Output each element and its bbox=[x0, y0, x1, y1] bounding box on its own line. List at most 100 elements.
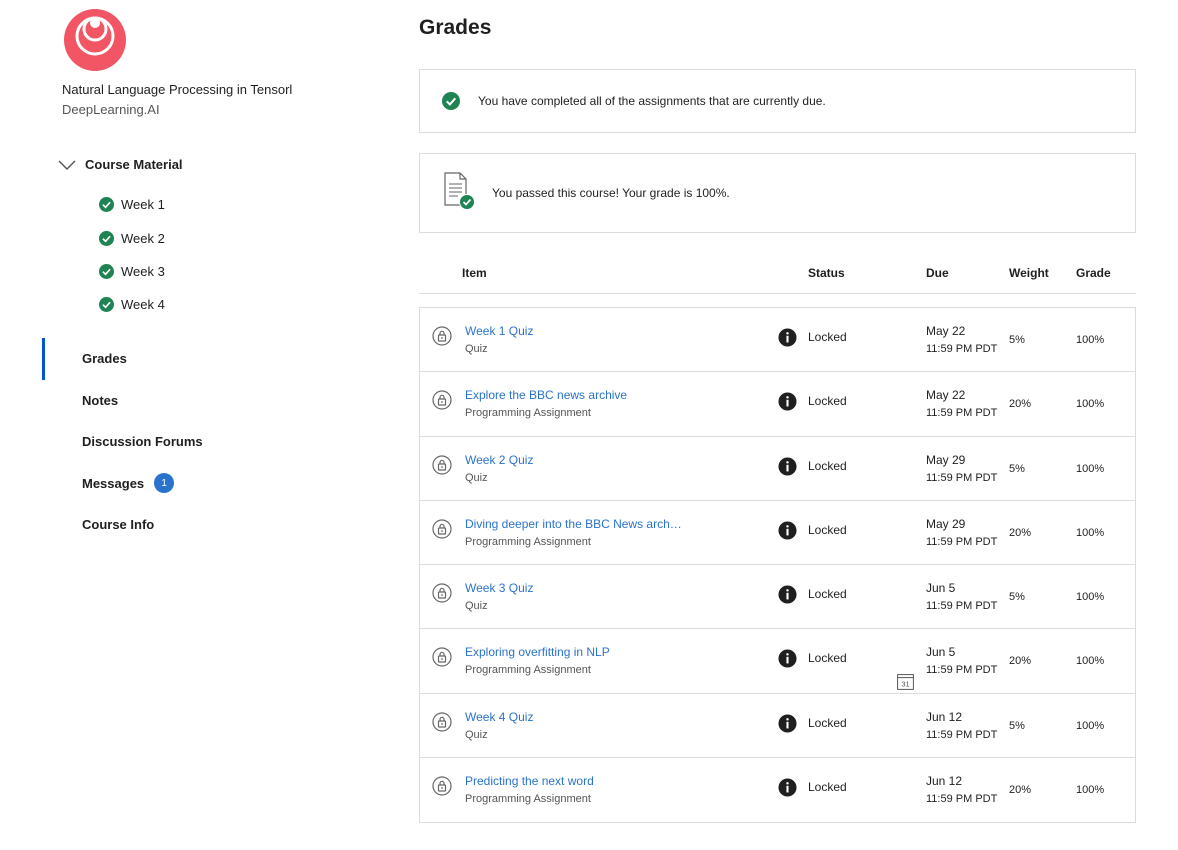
course-logo bbox=[64, 9, 126, 71]
completed-message: You have completed all of the assignment… bbox=[478, 94, 826, 108]
due-time: 11:59 PM PDT bbox=[926, 728, 998, 741]
info-icon[interactable] bbox=[778, 585, 797, 604]
sidebar: Natural Language Processing in Tensorl D… bbox=[0, 0, 380, 850]
item-title-link[interactable]: Explore the BBC news archive bbox=[465, 388, 627, 402]
due-time: 11:59 PM PDT bbox=[926, 343, 998, 355]
item-type: Programming Assignment bbox=[465, 407, 591, 420]
item-title-link[interactable]: Week 1 Quiz bbox=[465, 324, 533, 338]
due-date: May 29 bbox=[926, 452, 966, 467]
course-material-toggle[interactable]: Course Material bbox=[58, 157, 183, 172]
info-icon[interactable] bbox=[778, 457, 797, 476]
messages-label: Messages bbox=[82, 475, 145, 491]
grade-value: 100% bbox=[1076, 591, 1105, 604]
weight-value: 20% bbox=[1009, 784, 1032, 797]
lock-icon bbox=[432, 519, 452, 539]
due-date: Jun 5 bbox=[926, 581, 956, 596]
weight-value: 5% bbox=[1009, 334, 1025, 346]
info-icon[interactable] bbox=[778, 328, 797, 347]
chevron-down-icon bbox=[58, 160, 76, 170]
grade-value: 100% bbox=[1076, 719, 1105, 732]
check-circle-icon bbox=[99, 231, 114, 246]
lock-icon bbox=[432, 454, 452, 475]
item-title-link[interactable]: Week 4 Quiz bbox=[465, 710, 533, 724]
item-type: Quiz bbox=[465, 471, 488, 484]
due-time: 11:59 PM PDT bbox=[926, 535, 998, 548]
column-header-weight: Weight bbox=[1009, 266, 1049, 280]
grade-value: 100% bbox=[1076, 526, 1105, 539]
grades-table-header: Item Status Due Weight Grade bbox=[419, 258, 1136, 294]
passed-message: You passed this course! Your grade is 10… bbox=[492, 186, 730, 200]
lock-icon bbox=[432, 776, 452, 796]
course-material-label: Course Material bbox=[85, 157, 183, 172]
due-time: 11:59 PM PDT bbox=[926, 600, 998, 613]
week-label: Week 2 bbox=[121, 231, 165, 246]
sidebar-item-notes[interactable]: Notes bbox=[82, 393, 118, 408]
item-title-link[interactable]: Exploring overfitting in NLP bbox=[465, 645, 610, 659]
status-text: Locked bbox=[808, 458, 847, 473]
status-text: Locked bbox=[808, 715, 847, 730]
status-text: Locked bbox=[808, 394, 847, 409]
info-icon[interactable] bbox=[778, 714, 797, 733]
info-icon[interactable] bbox=[778, 392, 797, 411]
item-title-link[interactable]: Week 2 Quiz bbox=[465, 453, 533, 467]
due-date: Jun 5 bbox=[926, 645, 956, 660]
due-time: 11:59 PM PDT bbox=[926, 664, 998, 677]
status-text: Locked bbox=[808, 330, 847, 344]
due-date: Jun 12 bbox=[926, 774, 963, 789]
due-time: 11:59 PM PDT bbox=[926, 793, 998, 806]
lock-icon bbox=[432, 390, 452, 410]
due-date: May 29 bbox=[926, 516, 966, 531]
table-row: Week 3 Quiz Quiz Locked Jun 5 11:59 PM PDT 5%… bbox=[420, 565, 1135, 630]
lock-icon bbox=[432, 712, 452, 732]
sidebar-item-discussion-forums[interactable]: Discussion Forums bbox=[82, 434, 203, 449]
sidebar-item-week-1[interactable]: Week 1 bbox=[99, 197, 165, 212]
sidebar-item-week-2[interactable]: Week 2 bbox=[99, 231, 165, 246]
active-nav-indicator bbox=[42, 338, 45, 380]
info-icon[interactable] bbox=[778, 649, 797, 669]
messages-count-badge: 1 bbox=[154, 473, 175, 493]
page-title: Grades bbox=[419, 16, 492, 39]
due-time: 11:59 PM PDT bbox=[926, 407, 998, 420]
item-type: Quiz bbox=[465, 600, 488, 613]
grade-value: 100% bbox=[1076, 462, 1105, 475]
calendar-day: 31 bbox=[901, 680, 909, 689]
lock-icon bbox=[432, 647, 452, 668]
weight-value: 5% bbox=[1009, 591, 1025, 604]
due-date: Jun 12 bbox=[926, 709, 963, 724]
table-row: Week 2 Quiz Quiz Locked May 29 11:59 PM PDT 5… bbox=[420, 437, 1135, 501]
sidebar-item-messages[interactable]: Messages 1 bbox=[82, 473, 175, 493]
sidebar-item-course-info[interactable]: Course Info bbox=[82, 517, 154, 532]
info-icon[interactable] bbox=[778, 778, 797, 797]
info-icon[interactable] bbox=[778, 521, 797, 540]
grade-value: 100% bbox=[1076, 655, 1105, 668]
column-header-item: Item bbox=[462, 266, 487, 280]
item-title-link[interactable]: Diving deeper into the BBC News arch… bbox=[465, 517, 682, 531]
grade-value: 100% bbox=[1076, 398, 1105, 411]
calendar-icon[interactable]: 31 bbox=[897, 673, 914, 691]
table-row: Week 1 Quiz Quiz Locked May 22 11:59 PM PDT 5… bbox=[420, 308, 1135, 373]
grade-value: 100% bbox=[1076, 334, 1105, 346]
sidebar-item-week-4[interactable]: Week 4 bbox=[99, 297, 165, 312]
column-header-due: Due bbox=[926, 266, 949, 280]
status-text: Locked bbox=[808, 651, 847, 666]
table-row: Predicting the next word Programming Assi… bbox=[420, 758, 1135, 822]
due-date: May 22 bbox=[926, 388, 966, 403]
item-type: Quiz bbox=[465, 728, 488, 741]
grade-value: 100% bbox=[1076, 784, 1105, 797]
check-circle-icon bbox=[442, 92, 460, 110]
item-title-link[interactable]: Predicting the next word bbox=[465, 774, 594, 788]
course-org: DeepLearning.AI bbox=[62, 102, 160, 117]
lock-icon bbox=[432, 583, 452, 603]
check-circle-icon bbox=[99, 197, 114, 212]
item-title-link[interactable]: Week 3 Quiz bbox=[465, 581, 533, 595]
lock-icon bbox=[432, 326, 452, 346]
status-text: Locked bbox=[808, 780, 847, 795]
grades-table: Week 1 Quiz Quiz Locked May 22 11:59 PM PDT 5… bbox=[419, 307, 1136, 824]
item-type: Programming Assignment bbox=[465, 664, 591, 677]
sidebar-item-grades[interactable]: Grades bbox=[82, 351, 127, 366]
week-label: Week 3 bbox=[121, 264, 165, 279]
sidebar-item-week-3[interactable]: Week 3 bbox=[99, 264, 165, 279]
week-label: Week 4 bbox=[121, 297, 165, 312]
column-header-grade: Grade bbox=[1076, 266, 1111, 280]
item-type: Quiz bbox=[465, 343, 488, 355]
